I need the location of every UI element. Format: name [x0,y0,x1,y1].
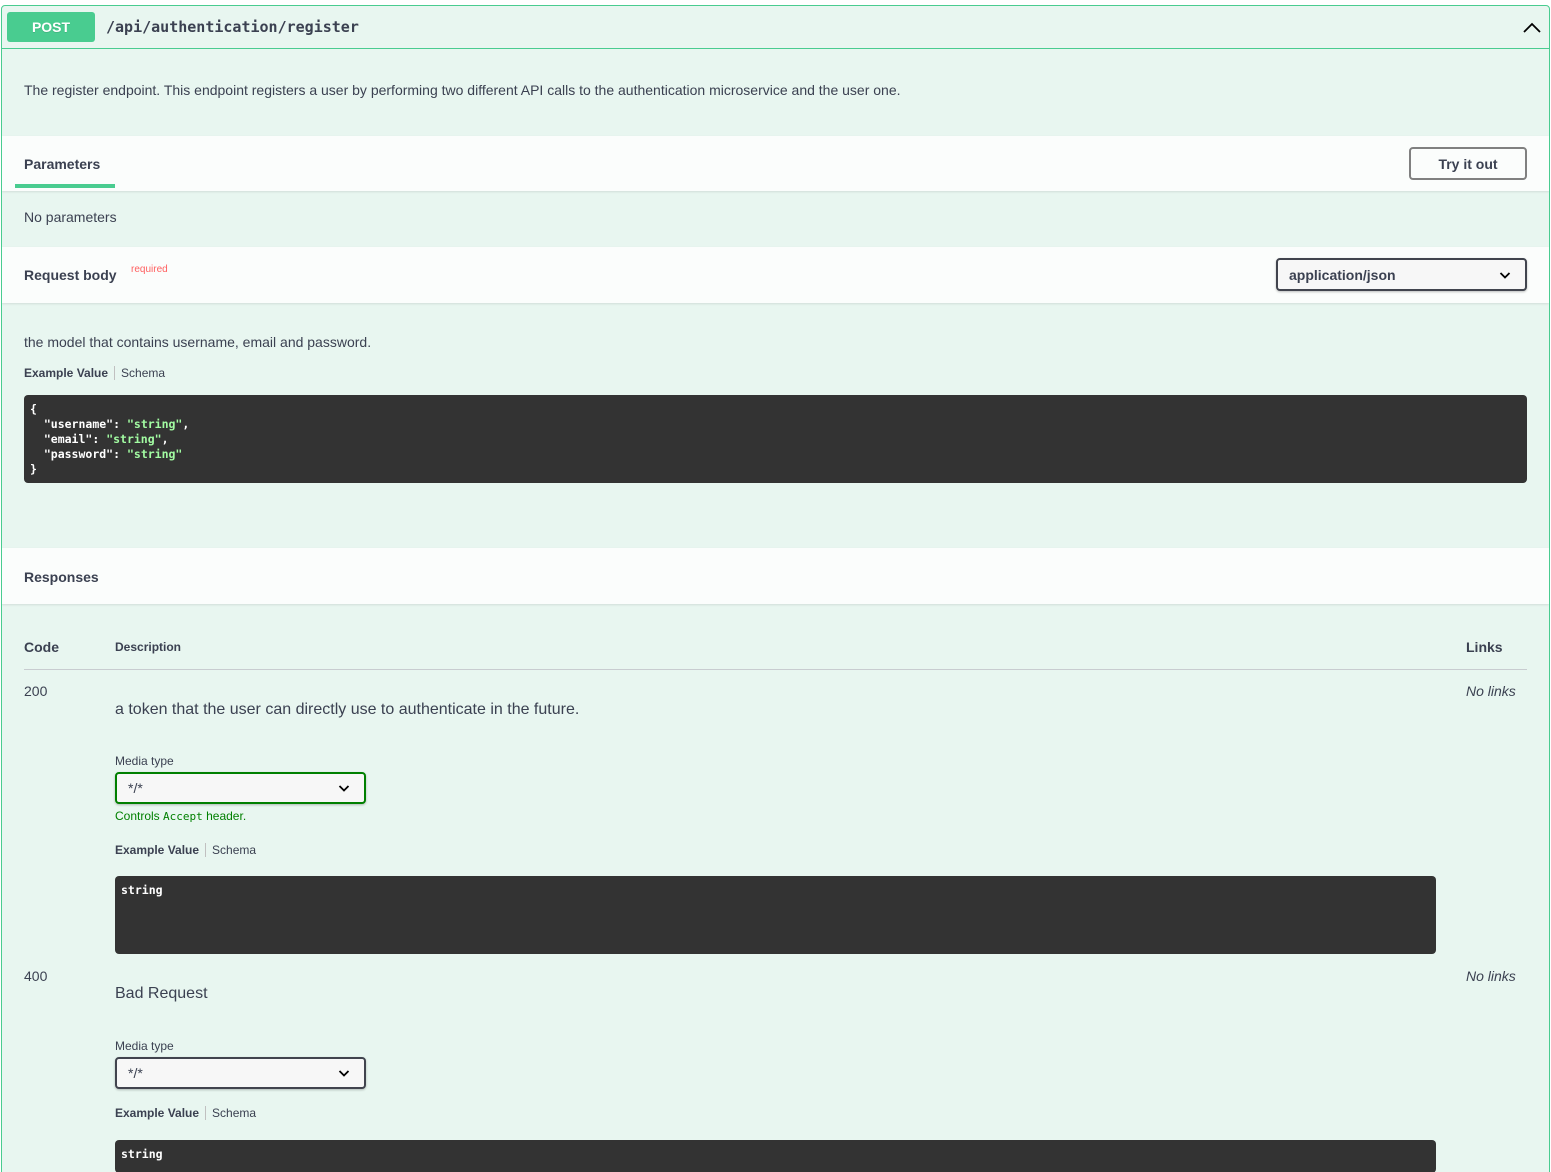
response-example-tabs-400: Example Value Schema [115,1106,256,1120]
required-badge: required [131,264,168,275]
request-body-header: Request body required application/json [2,247,1549,303]
request-example-tabs: Example Value Schema [24,366,165,380]
operation-summary[interactable]: POST /api/authentication/register [2,6,1549,49]
response-example-code-400: string [115,1140,1436,1172]
response-code-200: 200 [24,683,48,699]
json-key-email: "email" [43,432,93,446]
content-type-select[interactable]: application/json [1276,258,1527,291]
method-badge: POST [7,12,95,42]
operation-description: The register endpoint. This endpoint reg… [24,82,901,98]
tab-example-value-200[interactable]: Example Value [115,843,207,857]
accept-header-note: Controls Accept header. [115,809,246,823]
json-value-email: "string" [106,432,162,446]
column-code: Code [24,639,59,655]
json-close-brace: } [30,462,37,476]
parameters-header: Parameters Try it out [2,136,1549,191]
accept-note-code: Accept [163,810,203,823]
chevron-down-icon [338,785,350,792]
request-example-code: { "username": "string", "email": "string… [24,395,1527,483]
column-links: Links [1466,639,1503,655]
tab-schema[interactable]: Schema [115,366,165,380]
response-example-tabs-200: Example Value Schema [115,843,256,857]
accept-note-suffix: header. [202,809,247,823]
media-type-label-400: Media type [115,1039,174,1053]
chevron-down-icon [338,1070,350,1077]
json-value-username: "string" [126,417,183,431]
no-parameters-text: No parameters [24,209,117,225]
accept-note-prefix: Controls [115,809,164,823]
content-type-value: application/json [1289,266,1396,283]
media-type-select-400[interactable]: */* [115,1057,366,1089]
operation-block: POST /api/authentication/register The re… [1,5,1550,1172]
response-code-400: 400 [24,968,48,984]
json-value-password: "string" [126,447,183,461]
tab-parameters[interactable]: Parameters [24,156,100,172]
header-divider [24,669,1527,670]
endpoint-path: /api/authentication/register [106,18,359,36]
json-key-username: "username" [43,417,114,431]
responses-title: Responses [24,569,99,585]
response-description-400: Bad Request [115,985,208,1002]
tab-schema-200[interactable]: Schema [206,843,256,857]
responses-header: Responses [2,548,1549,604]
json-open-brace: { [30,402,37,416]
response-links-200: No links [1466,683,1516,699]
response-example-code-200: string [115,876,1436,954]
chevron-down-icon [1499,271,1511,279]
media-type-label-200: Media type [115,754,174,768]
request-body-description: the model that contains username, email … [24,334,372,350]
request-body-title: Request body [24,267,117,283]
json-key-password: "password" [43,447,114,461]
column-description: Description [115,640,182,654]
chevron-up-icon[interactable] [1521,17,1543,39]
media-type-value-200: */* [128,780,143,796]
tab-schema-400[interactable]: Schema [206,1106,256,1120]
media-type-select-200[interactable]: */* [115,772,366,804]
media-type-value-400: */* [128,1065,143,1081]
response-description-200: a token that the user can directly use t… [115,701,580,718]
tab-underline [15,184,115,188]
try-it-out-button[interactable]: Try it out [1409,147,1527,180]
tab-example-value[interactable]: Example Value [24,366,116,380]
response-links-400: No links [1466,968,1516,984]
tab-example-value-400[interactable]: Example Value [115,1106,207,1120]
